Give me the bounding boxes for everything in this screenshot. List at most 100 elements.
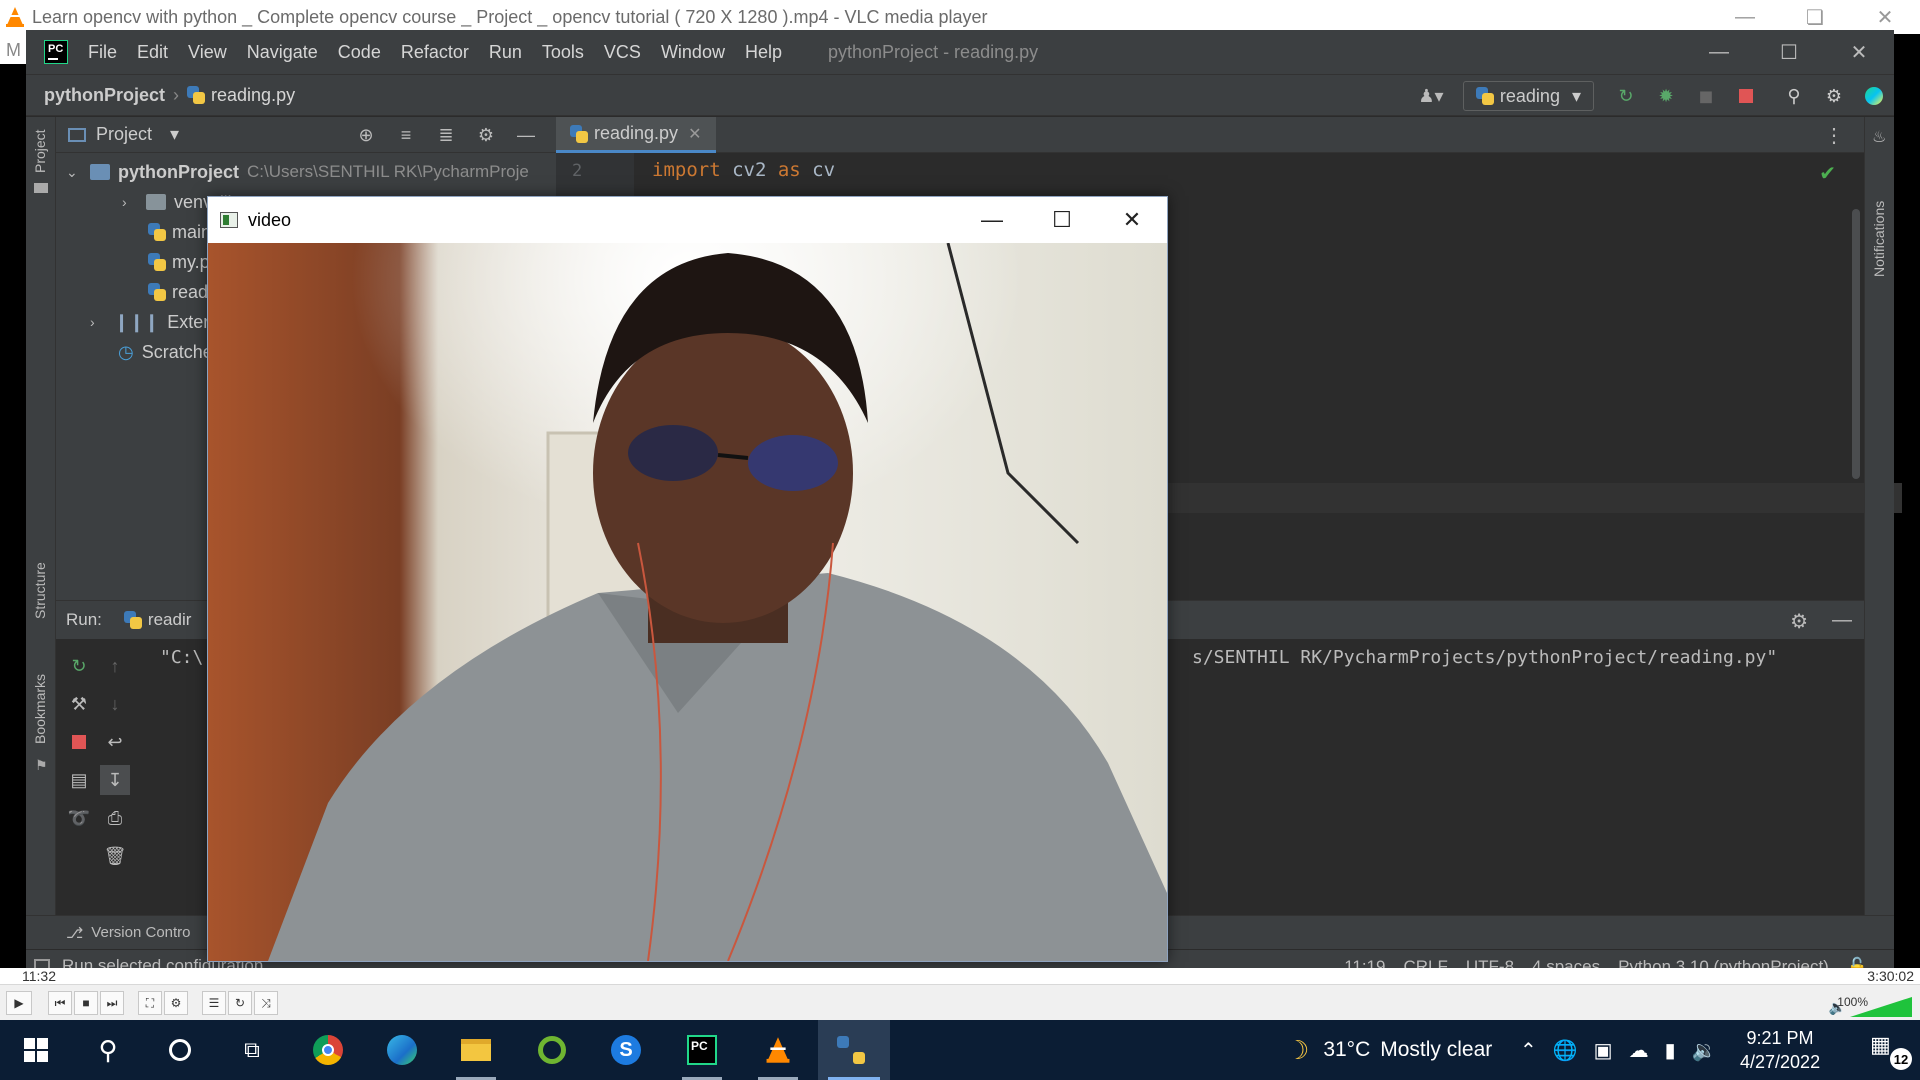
playlist-icon[interactable]: ☰	[202, 991, 226, 1015]
vlc-restore-button[interactable]: ❏	[1780, 0, 1850, 34]
settings-gear-icon[interactable]: ⚙	[1822, 84, 1846, 108]
task-view-icon[interactable]: ⧉	[216, 1020, 288, 1080]
menu-navigate[interactable]: Navigate	[247, 42, 318, 63]
locate-file-icon[interactable]: ⊕	[346, 125, 386, 146]
stop-icon[interactable]: ■	[74, 991, 98, 1015]
next-icon[interactable]: ⏭	[100, 991, 124, 1015]
layout-icon[interactable]: ▤	[64, 765, 94, 795]
structure-tool-tab[interactable]: Structure	[32, 562, 48, 619]
onedrive-cloud-icon[interactable]: ☁	[1629, 1038, 1649, 1063]
inspection-ok-icon[interactable]: ✔	[1819, 161, 1836, 186]
fullscreen-icon[interactable]: ⛶	[138, 991, 162, 1015]
menu-help[interactable]: Help	[745, 42, 782, 63]
menu-view[interactable]: View	[188, 42, 227, 63]
run-settings-gear-icon[interactable]: ⚙	[1790, 609, 1808, 634]
webcam-image	[208, 243, 1167, 961]
project-tool-tab[interactable]: Project	[32, 129, 48, 173]
volume-icon[interactable]: 🔉	[1692, 1038, 1717, 1063]
up-arrow-icon[interactable]: ↑	[100, 651, 130, 681]
cortana-icon[interactable]	[144, 1020, 216, 1080]
debug-bug-icon[interactable]: ✹	[1654, 84, 1678, 108]
file-explorer-icon[interactable]	[440, 1020, 512, 1080]
soft-wrap-icon[interactable]: ↩	[100, 727, 130, 757]
expand-all-icon[interactable]: ≡	[386, 125, 426, 146]
loop-icon[interactable]: ↻	[228, 991, 252, 1015]
play-icon[interactable]: ▶	[6, 991, 32, 1015]
pycharm-menu-bar: PC File Edit View Navigate Code Refactor…	[26, 30, 1894, 74]
notification-center-icon[interactable]: ▦ 12	[1870, 1032, 1912, 1070]
skype-icon[interactable]: S	[590, 1020, 662, 1080]
language-globe-icon[interactable]: 🌐	[1553, 1038, 1578, 1063]
collapse-all-icon[interactable]: ≣	[426, 125, 466, 146]
weather-widget[interactable]: ☽ 31°C Mostly clear	[1286, 1020, 1492, 1080]
coverage-icon[interactable]: ◼	[1694, 84, 1718, 108]
edge-icon[interactable]	[366, 1020, 438, 1080]
pin-icon[interactable]: ➰	[64, 803, 94, 833]
video-close-button[interactable]: ✕	[1097, 197, 1167, 243]
menu-refactor[interactable]: Refactor	[401, 42, 469, 63]
qgis-icon[interactable]	[516, 1020, 588, 1080]
search-icon[interactable]: ⚲	[72, 1020, 144, 1080]
speaker-icon[interactable]: 🔈	[1829, 999, 1846, 1016]
video-minimize-button[interactable]: —	[957, 197, 1027, 243]
pycharm-close-button[interactable]: ✕	[1824, 30, 1894, 74]
menu-code[interactable]: Code	[338, 42, 381, 63]
print-icon[interactable]: ⎙	[100, 803, 130, 833]
breadcrumb-project[interactable]: pythonProject	[44, 85, 165, 106]
vlc-menu-stub[interactable]: M	[0, 34, 26, 64]
menu-tools[interactable]: Tools	[542, 42, 584, 63]
shuffle-icon[interactable]: ⤨	[254, 991, 278, 1015]
breadcrumb-file[interactable]: reading.py	[211, 85, 295, 106]
stop-icon[interactable]	[1734, 84, 1758, 108]
menu-file[interactable]: File	[88, 42, 117, 63]
hide-run-panel-icon[interactable]: —	[1832, 609, 1852, 634]
menu-vcs[interactable]: VCS	[604, 42, 641, 63]
previous-icon[interactable]: ⏮	[48, 991, 72, 1015]
jetbrains-toolbox-icon[interactable]	[1862, 84, 1886, 108]
extended-settings-icon[interactable]: ⚙	[164, 991, 188, 1015]
editor-tab-reading[interactable]: reading.py ✕	[556, 117, 716, 153]
vlc-taskbar-icon[interactable]	[742, 1020, 814, 1080]
tree-item-project-root[interactable]: ⌄ pythonProject C:\Users\SENTHIL RK\Pych…	[66, 157, 529, 187]
chrome-icon[interactable]	[292, 1020, 364, 1080]
pycharm-minimize-button[interactable]: —	[1684, 30, 1754, 74]
notifications-tool-tab[interactable]: Notifications	[1871, 201, 1887, 277]
search-icon[interactable]: ⚲	[1782, 84, 1806, 108]
vlc-close-button[interactable]: ✕	[1850, 0, 1920, 34]
vlc-minimize-button[interactable]: —	[1710, 0, 1780, 34]
trash-icon[interactable]: 🗑	[100, 841, 130, 871]
run-config-selector[interactable]: reading ▾	[1462, 81, 1594, 111]
scroll-to-end-icon[interactable]: ↧	[100, 765, 130, 795]
vlc-seek-row[interactable]: 11:32 3:30:02	[0, 968, 1920, 984]
down-arrow-icon[interactable]: ↓	[100, 689, 130, 719]
pycharm-taskbar-icon[interactable]: PC	[666, 1020, 738, 1080]
menu-run[interactable]: Run	[489, 42, 522, 63]
volume-slider[interactable]	[1850, 997, 1912, 1017]
start-button[interactable]	[0, 1020, 72, 1080]
remaining-time[interactable]: 3:30:02	[1867, 968, 1914, 984]
rerun-icon[interactable]: ↻	[64, 651, 94, 681]
run-tab-reading[interactable]: readir	[123, 610, 191, 630]
chevron-up-icon[interactable]: ⌃	[1520, 1038, 1537, 1063]
video-maximize-button[interactable]: ☐	[1027, 197, 1097, 243]
user-account-icon[interactable]: ♟▾	[1418, 84, 1443, 108]
editor-scrollbar[interactable]	[1852, 209, 1860, 479]
battery-icon[interactable]: ▮	[1665, 1038, 1676, 1063]
python-taskbar-icon[interactable]	[818, 1020, 890, 1080]
stop-icon[interactable]	[64, 727, 94, 757]
menu-window[interactable]: Window	[661, 42, 725, 63]
meet-now-icon[interactable]: ▣	[1594, 1038, 1613, 1063]
hide-panel-icon[interactable]: —	[506, 125, 546, 146]
project-view-selector[interactable]: Project ▾	[68, 124, 179, 145]
pycharm-maximize-button[interactable]: ☐	[1754, 30, 1824, 74]
bookmarks-tool-tab[interactable]: Bookmarks	[32, 674, 48, 744]
rerun-icon[interactable]: ↻	[1614, 84, 1638, 108]
wrench-icon[interactable]: ⚒	[64, 689, 94, 719]
panel-settings-icon[interactable]: ⚙	[466, 125, 506, 146]
menu-edit[interactable]: Edit	[137, 42, 168, 63]
clock[interactable]: 9:21 PM 4/27/2022	[1740, 1026, 1820, 1074]
close-tab-icon[interactable]: ✕	[688, 124, 701, 144]
notifications-bell-icon[interactable]: ♨	[1872, 127, 1886, 147]
version-control-tab[interactable]: Version Contro	[91, 924, 190, 941]
more-options-icon[interactable]: ⋮	[1824, 123, 1844, 148]
